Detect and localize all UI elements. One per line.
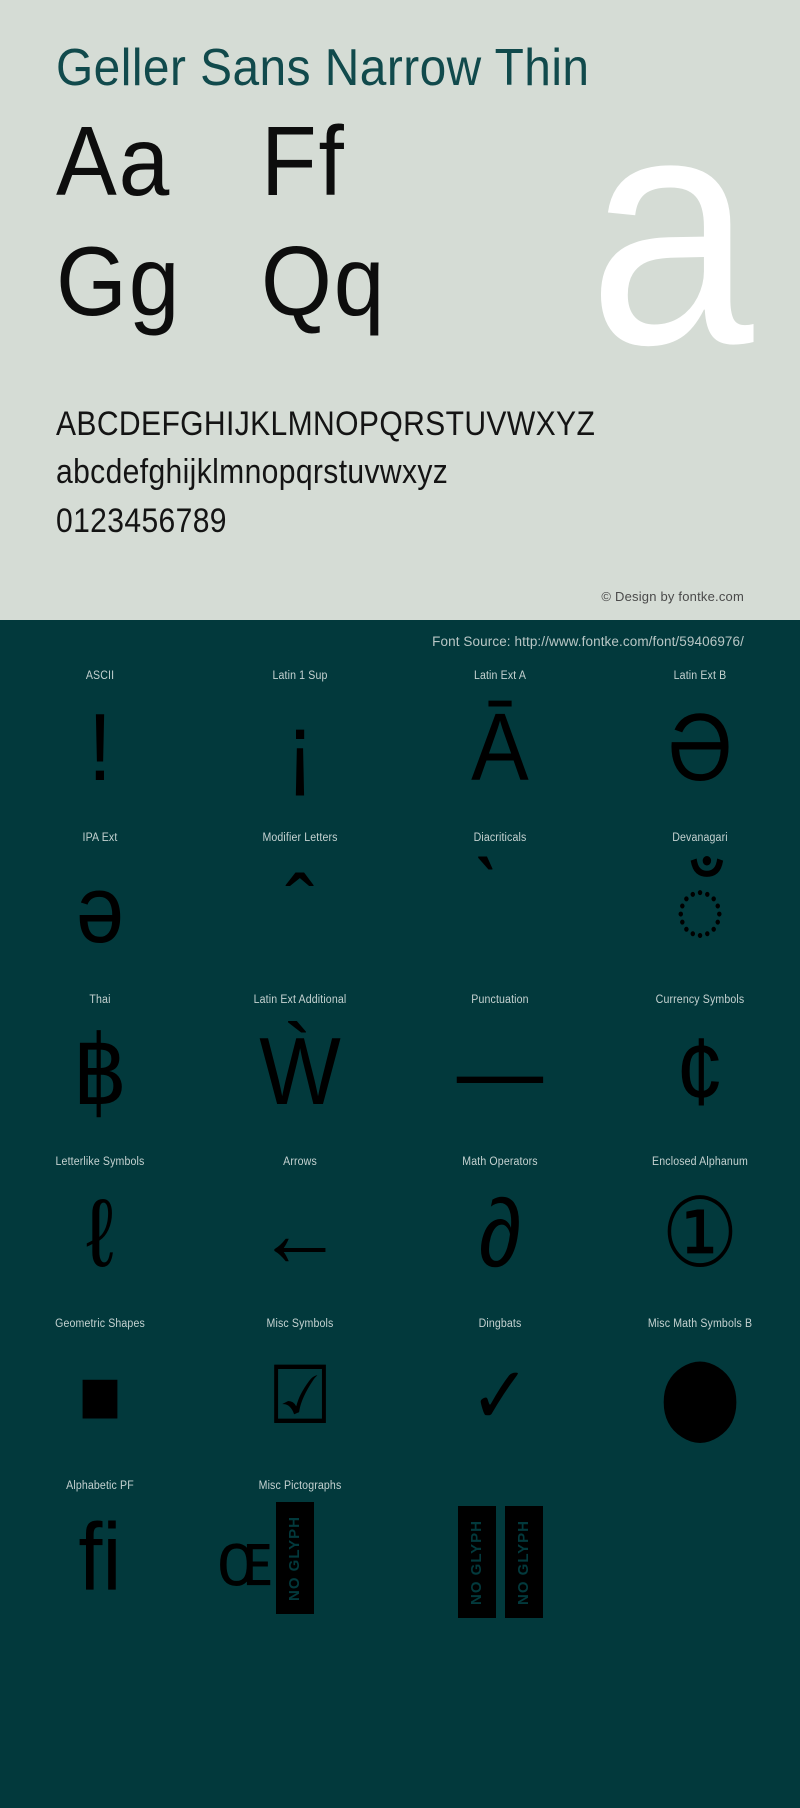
giant-letter-a: a [588, 44, 754, 413]
block-label-enclosed: Enclosed Alphanum [652, 1156, 748, 1168]
no-glyph-label-3: NO GLYPH [515, 1519, 532, 1605]
alphabet-block: ABCDEFGHIJKLMNOPQRSTUVWXYZ abcdefghijklm… [56, 400, 760, 545]
block-label-alphabeticpf: Alphabetic PF [66, 1480, 134, 1492]
block-glyph-row-5: ■ ☑ ✓ ⬤ [0, 1333, 800, 1459]
block-label-row-5: Geometric Shapes Misc Symbols Dingbats M… [0, 1318, 800, 1333]
block-glyph-diacritic: ̀ [410, 850, 590, 970]
block-label-row-6: Alphabetic PF Misc Pictographs [0, 1480, 800, 1495]
block-glyph-mathops: ∂ [478, 1180, 522, 1287]
sample-pair-qq: Qq [261, 226, 387, 336]
block-label-miscpictographs: Misc Pictographs [258, 1480, 342, 1492]
block-glyph-miscpictographs: ɶ [217, 1514, 273, 1602]
block-label-arrows: Arrows [283, 1156, 317, 1168]
block-glyph-row-6: ﬁ ɶ NO GLYPH NO GLYPH NO GLYPH [0, 1495, 800, 1621]
block-glyph-miscsym: ☑ [267, 1351, 333, 1440]
font-source-link[interactable]: Font Source: http://www.fontke.com/font/… [0, 620, 800, 649]
block-glyph-latin1sup: ¡ [285, 694, 315, 801]
block-label-row-4: Letterlike Symbols Arrows Math Operators… [0, 1156, 800, 1171]
block-label-empty-1 [408, 1481, 592, 1495]
block-glyph-miscmathb: ⬤ [659, 1351, 741, 1440]
no-glyph-label-2: NO GLYPH [468, 1519, 485, 1605]
block-glyph-arrows: ← [256, 1180, 344, 1287]
block-glyph-row-2: ə ˆ ̀ ँ [0, 847, 800, 973]
no-glyph-cell-2: NO GLYPH NO GLYPH [400, 1498, 600, 1618]
block-label-geometric: Geometric Shapes [55, 1318, 145, 1330]
block-glyph-modifier: ˆ [285, 856, 315, 963]
block-label-modifier: Modifier Letters [262, 832, 338, 844]
block-glyph-geometric: ■ [78, 1351, 122, 1440]
block-label-empty-2 [608, 1481, 792, 1495]
alphabet-lowercase-line: abcdefghijklmnopqrstuvwxyz [56, 453, 449, 492]
sample-pair-gg: Gg [56, 226, 182, 336]
block-glyph-row-4: ℓ ← ∂ ① [0, 1171, 800, 1297]
block-glyph-devanagari: ँ [674, 856, 726, 963]
block-label-latin1sup: Latin 1 Sup [272, 670, 328, 682]
block-glyph-miscpictographs-cell: ɶ NO GLYPH [200, 1498, 400, 1618]
miscpictographs-glyph-wrap: ɶ NO GLYPH [200, 1498, 400, 1618]
digits-line: 0123456789 [56, 501, 227, 540]
design-credit: © Design by fontke.com [601, 589, 744, 604]
no-glyph-box-3: NO GLYPH [504, 1506, 543, 1618]
no-glyph-box-1: NO GLYPH [275, 1502, 314, 1614]
block-label-row-3: Thai Latin Ext Additional Punctuation Cu… [0, 994, 800, 1009]
block-label-devanagari: Devanagari [672, 832, 728, 844]
sample-letters-group: Aa Ff Gg Qq a [56, 64, 754, 394]
block-glyph-latinexta: Ā [471, 694, 529, 801]
block-label-mathops: Math Operators [462, 1156, 538, 1168]
block-label-diacritic: Diacriticals [473, 832, 527, 844]
block-label-row-1: ASCII Latin 1 Sup Latin Ext A Latin Ext … [0, 670, 800, 685]
block-label-miscsym: Misc Symbols [266, 1318, 334, 1330]
block-glyph-enclosed: ① [661, 1180, 739, 1287]
block-glyph-dingbats: ✓ [469, 1351, 531, 1440]
block-label-latinextadd: Latin Ext Additional [253, 994, 347, 1006]
block-label-ipaext: IPA Ext [82, 832, 118, 844]
block-glyph-alphabeticpf: ﬁ [78, 1504, 122, 1611]
block-glyph-thai: ฿ [72, 1018, 128, 1125]
block-label-dingbats: Dingbats [478, 1318, 522, 1330]
block-label-currency: Currency Symbols [655, 994, 745, 1006]
block-glyph-ascii: ! [87, 694, 112, 801]
unicode-blocks-panel: Font Source: http://www.fontke.com/font/… [0, 620, 800, 1808]
sample-pair-aa: Aa [56, 106, 172, 216]
block-label-latinextb: Latin Ext B [673, 670, 727, 682]
no-glyph-wrap-2: NO GLYPH NO GLYPH [457, 1498, 543, 1618]
specimen-panel: Geller Sans Narrow Thin Aa Ff Gg Qq a AB… [0, 0, 800, 620]
block-glyph-latinextadd: Ẁ [259, 1018, 341, 1125]
block-label-ascii: ASCII [85, 670, 115, 682]
no-glyph-box-2: NO GLYPH [457, 1506, 496, 1618]
sample-pair-ff: Ff [261, 106, 346, 216]
block-glyph-letterlike: ℓ [86, 1180, 114, 1287]
block-label-thai: Thai [89, 994, 111, 1006]
block-glyph-latinextb: Ә [667, 694, 733, 801]
alphabet-uppercase-line: ABCDEFGHIJKLMNOPQRSTUVWXYZ [56, 405, 596, 443]
block-label-row-2: IPA Ext Modifier Letters Diacriticals De… [0, 832, 800, 847]
block-label-letterlike: Letterlike Symbols [55, 1156, 145, 1168]
block-label-latinexta: Latin Ext A [473, 670, 527, 682]
block-glyph-row-1: ! ¡ Ā Ә [0, 685, 800, 811]
block-glyph-ipaext: ə [75, 856, 125, 963]
block-label-miscmathb: Misc Math Symbols B [647, 1318, 753, 1330]
no-glyph-label-1: NO GLYPH [286, 1515, 304, 1601]
block-glyph-punctuation: — [456, 1018, 544, 1125]
block-glyph-currency: ¢ [675, 1018, 725, 1125]
block-glyph-row-3: ฿ Ẁ — ¢ [0, 1009, 800, 1135]
block-label-punctuation: Punctuation [471, 994, 529, 1006]
